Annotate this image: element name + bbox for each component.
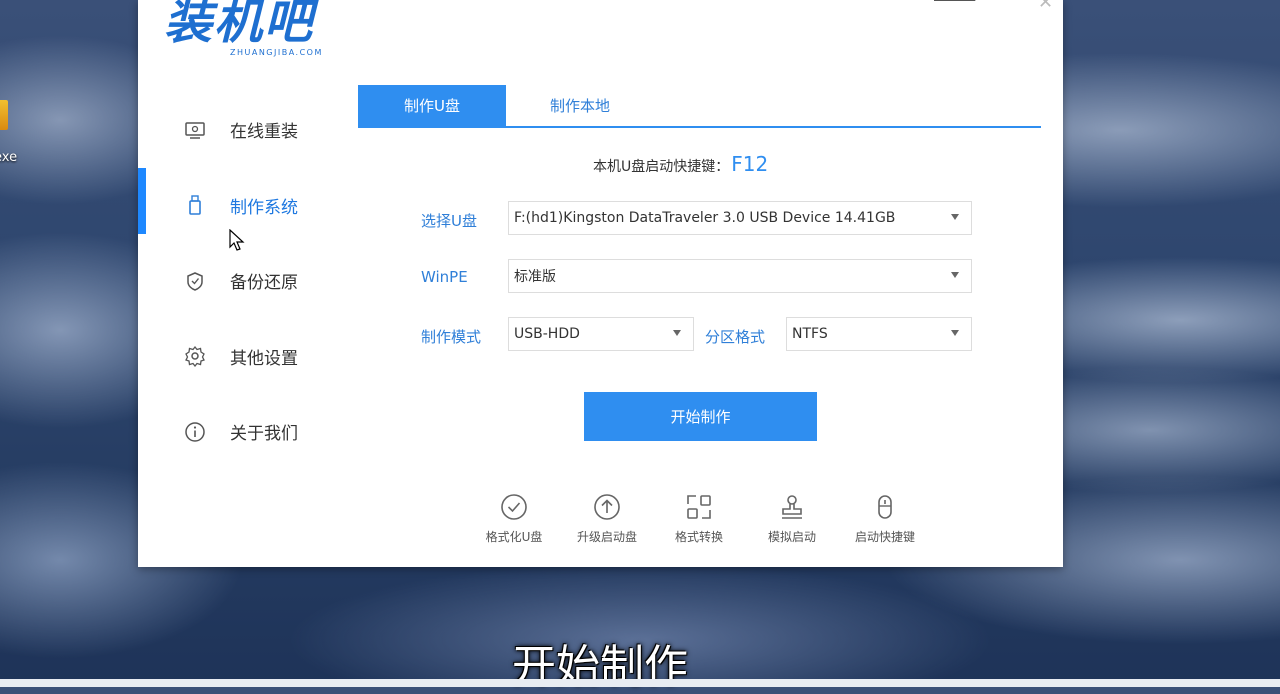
sidebar-item-label: 其他设置 <box>230 348 298 369</box>
app-logo: 装机吧 ZHUANGJIBA.COM <box>164 0 323 57</box>
hotkey-label: 本机U盘启动快捷键： <box>593 159 730 175</box>
sidebar-item-label: 备份还原 <box>230 273 298 294</box>
check-circle-icon <box>501 494 527 520</box>
sidebar: 在线重装 制作系统 备份还原 其他设置 关于我们 <box>138 92 338 470</box>
winpe-select-value: 标准版 <box>514 269 556 285</box>
mode-select-value: USB-HDD <box>514 326 580 342</box>
sidebar-item-other-settings[interactable]: 其他设置 <box>138 319 338 395</box>
desktop-icon-label: exe <box>0 150 18 165</box>
mouse-cursor-icon <box>229 229 245 251</box>
info-icon <box>184 421 206 443</box>
tab-make-local[interactable]: 制作本地 <box>506 85 654 126</box>
sidebar-item-label: 关于我们 <box>230 424 298 445</box>
stamp-icon <box>782 495 802 519</box>
tool-format-usb[interactable]: 格式化U盘 <box>469 493 559 545</box>
partition-select-value: NTFS <box>792 326 828 342</box>
usb-select-value: F:(hd1)Kingston DataTraveler 3.0 USB Dev… <box>514 210 896 226</box>
chevron-down-icon <box>951 214 959 220</box>
tool-format-convert[interactable]: 格式转换 <box>654 493 744 545</box>
tool-boot-hotkey[interactable]: 启动快捷键 <box>840 493 930 545</box>
top-link[interactable] <box>934 0 975 3</box>
taskbar <box>0 679 1280 687</box>
tool-label: 模拟启动 <box>767 530 816 544</box>
mode-label: 制作模式 <box>421 328 482 346</box>
gear-icon <box>184 345 206 368</box>
partition-label: 分区格式 <box>705 328 766 346</box>
sidebar-item-online-reinstall[interactable]: 在线重装 <box>138 92 338 168</box>
usb-select[interactable]: F:(hd1)Kingston DataTraveler 3.0 USB Dev… <box>508 201 972 235</box>
usb-icon <box>184 194 206 216</box>
mode-select[interactable]: USB-HDD <box>508 317 694 351</box>
chevron-down-icon <box>673 330 681 336</box>
exe-file-icon <box>0 100 8 130</box>
winpe-label: WinPE <box>421 268 468 286</box>
start-make-button[interactable]: 开始制作 <box>584 392 817 441</box>
tool-simulate-boot[interactable]: 模拟启动 <box>747 493 837 545</box>
tool-upgrade-boot-disk[interactable]: 升级启动盘 <box>562 493 652 545</box>
tool-label: 启动快捷键 <box>854 530 915 544</box>
app-window: 装机吧 ZHUANGJIBA.COM ✕ 在线重装 制作系统 备份还原 其他设置… <box>138 0 1063 567</box>
sidebar-item-label: 在线重装 <box>230 122 298 143</box>
winpe-select[interactable]: 标准版 <box>508 259 972 293</box>
sidebar-item-about-us[interactable]: 关于我们 <box>138 394 338 470</box>
tab-bar: 制作U盘 制作本地 <box>358 85 1041 128</box>
sidebar-item-label: 制作系统 <box>230 197 298 218</box>
sidebar-item-backup-restore[interactable]: 备份还原 <box>138 243 338 319</box>
chevron-down-icon <box>951 272 959 278</box>
tool-label: 格式化U盘 <box>485 530 543 544</box>
logo-text: 装机吧 <box>164 0 315 50</box>
partition-select[interactable]: NTFS <box>786 317 972 351</box>
tool-label: 升级启动盘 <box>576 530 637 544</box>
convert-icon <box>687 495 711 519</box>
tab-make-usb[interactable]: 制作U盘 <box>358 85 506 126</box>
tool-label: 格式转换 <box>674 530 723 544</box>
chevron-down-icon <box>951 330 959 336</box>
monitor-icon <box>184 119 206 141</box>
usb-select-label: 选择U盘 <box>421 212 477 230</box>
upload-circle-icon <box>594 494 620 520</box>
mouse-icon <box>878 495 892 519</box>
desktop-exe-icon[interactable]: exe <box>0 100 28 165</box>
hotkey-info: 本机U盘启动快捷键： F12 <box>593 152 768 176</box>
logo-subtext: ZHUANGJIBA.COM <box>230 48 323 57</box>
backup-icon <box>184 270 206 292</box>
close-icon[interactable]: ✕ <box>1038 0 1053 13</box>
hotkey-value: F12 <box>731 152 769 176</box>
